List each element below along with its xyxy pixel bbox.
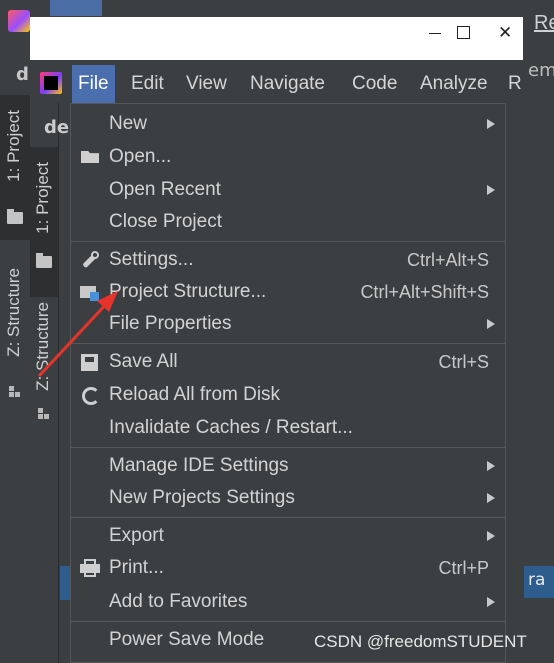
menu-separator — [71, 241, 505, 242]
reload-icon — [80, 386, 100, 405]
background-structure-tool-label[interactable]: Z: Structure — [4, 268, 24, 357]
background-project-tool-label[interactable]: 1: Project — [4, 110, 24, 182]
structure-icon — [38, 408, 50, 420]
menu-item-shortcut: Ctrl+Alt+S — [406, 250, 489, 270]
close-button[interactable]: ✕ — [485, 17, 527, 60]
menu-item-save-all[interactable]: Save All Ctrl+S — [71, 346, 505, 378]
menu-item-open-recent[interactable]: Open Recent — [71, 174, 505, 206]
menu-item-label: Close Project — [109, 211, 222, 232]
menu-item-new[interactable]: New — [71, 108, 505, 140]
menu-item-label: Export — [109, 525, 164, 546]
menu-item-shortcut: Ctrl+S — [438, 352, 489, 372]
background-right-fragment: em — [528, 60, 554, 81]
structure-icon — [9, 386, 21, 398]
ide-window: ✕ File Edit View Navigate Code Analyze R… — [30, 17, 523, 663]
menu-navigate[interactable]: Navigate — [244, 65, 331, 103]
menu-item-label: Manage IDE Settings — [109, 455, 289, 476]
submenu-arrow-icon — [487, 319, 495, 329]
menu-analyze[interactable]: Analyze — [414, 65, 494, 103]
background-title-fragment: Re — [534, 12, 554, 34]
submenu-arrow-icon — [487, 461, 495, 471]
window-titlebar: ✕ — [30, 17, 523, 60]
inner-panel-fragment: de — [44, 117, 70, 138]
app-logo-icon — [40, 72, 62, 94]
menu-view[interactable]: View — [180, 65, 233, 103]
menu-item-shortcut: Ctrl+Alt+Shift+S — [360, 282, 489, 302]
wrench-icon — [80, 251, 100, 269]
menu-r[interactable]: R — [502, 65, 528, 103]
menu-item-invalidate-caches[interactable]: Invalidate Caches / Restart... — [71, 412, 505, 444]
folder-icon — [7, 209, 23, 224]
menu-item-label: Project Structure... — [109, 281, 267, 302]
menu-item-shortcut: Ctrl+P — [438, 558, 489, 578]
maximize-button[interactable] — [442, 17, 484, 60]
menu-item-label: Invalidate Caches / Restart... — [109, 417, 353, 438]
menu-separator — [71, 517, 505, 518]
menu-separator — [71, 447, 505, 448]
menu-item-print[interactable]: Print... Ctrl+P — [71, 552, 505, 584]
menu-item-close-project[interactable]: Close Project — [71, 206, 505, 238]
submenu-arrow-icon — [487, 493, 495, 503]
menu-item-label: File Properties — [109, 313, 232, 334]
menu-item-export[interactable]: Export — [71, 520, 505, 552]
menu-item-label: New Projects Settings — [109, 487, 295, 508]
print-icon — [80, 559, 100, 577]
menu-item-label: Open Recent — [109, 179, 221, 200]
watermark: CSDN @freedomSTUDENT — [314, 632, 527, 651]
menu-item-add-to-favorites[interactable]: Add to Favorites — [71, 586, 505, 618]
menu-item-open[interactable]: Open... — [71, 141, 505, 173]
file-menu-dropdown: New Open... Open Recent Close Project Se… — [70, 103, 506, 663]
menu-item-label: Settings... — [109, 249, 194, 270]
save-icon — [80, 353, 100, 371]
minimize-icon — [429, 33, 441, 34]
menu-item-label: New — [109, 113, 148, 134]
menu-separator — [71, 621, 505, 622]
menu-item-new-projects-settings[interactable]: New Projects Settings — [71, 482, 505, 514]
menu-item-label: Open... — [109, 146, 172, 167]
background-selection-bar: ra — [524, 566, 554, 598]
menu-item-label: Power Save Mode — [109, 629, 265, 650]
submenu-arrow-icon — [487, 597, 495, 607]
background-bottom-fragment: ra — [528, 570, 546, 590]
intellij-logo-icon — [8, 10, 30, 32]
menu-separator — [71, 343, 505, 344]
menu-edit[interactable]: Edit — [125, 65, 170, 103]
menu-item-project-structure[interactable]: Project Structure... Ctrl+Alt+Shift+S — [71, 276, 505, 308]
submenu-arrow-icon — [487, 531, 495, 541]
menu-item-settings[interactable]: Settings... Ctrl+Alt+S — [71, 244, 505, 276]
menu-item-label: Reload All from Disk — [109, 384, 281, 405]
background-panel-fragment: d — [16, 64, 29, 85]
menu-item-file-properties[interactable]: File Properties — [71, 308, 505, 340]
menu-item-label: Save All — [109, 351, 178, 372]
background-active-tab — [50, 0, 102, 16]
menu-item-label: Add to Favorites — [109, 591, 248, 612]
inner-project-tool-label[interactable]: 1: Project — [33, 162, 53, 234]
inner-structure-tool-label[interactable]: Z: Structure — [33, 302, 53, 391]
folder-open-icon — [80, 148, 100, 166]
menu-item-manage-ide-settings[interactable]: Manage IDE Settings — [71, 450, 505, 482]
menu-file[interactable]: File — [72, 65, 115, 103]
submenu-arrow-icon — [487, 119, 495, 129]
maximize-icon — [457, 26, 470, 39]
menu-item-reload-all[interactable]: Reload All from Disk — [71, 379, 505, 411]
close-icon: ✕ — [498, 23, 513, 43]
folder-icon — [36, 253, 52, 268]
menu-item-label: Print... — [109, 557, 164, 578]
menu-code[interactable]: Code — [346, 65, 403, 103]
project-structure-icon — [80, 283, 100, 301]
submenu-arrow-icon — [487, 185, 495, 195]
